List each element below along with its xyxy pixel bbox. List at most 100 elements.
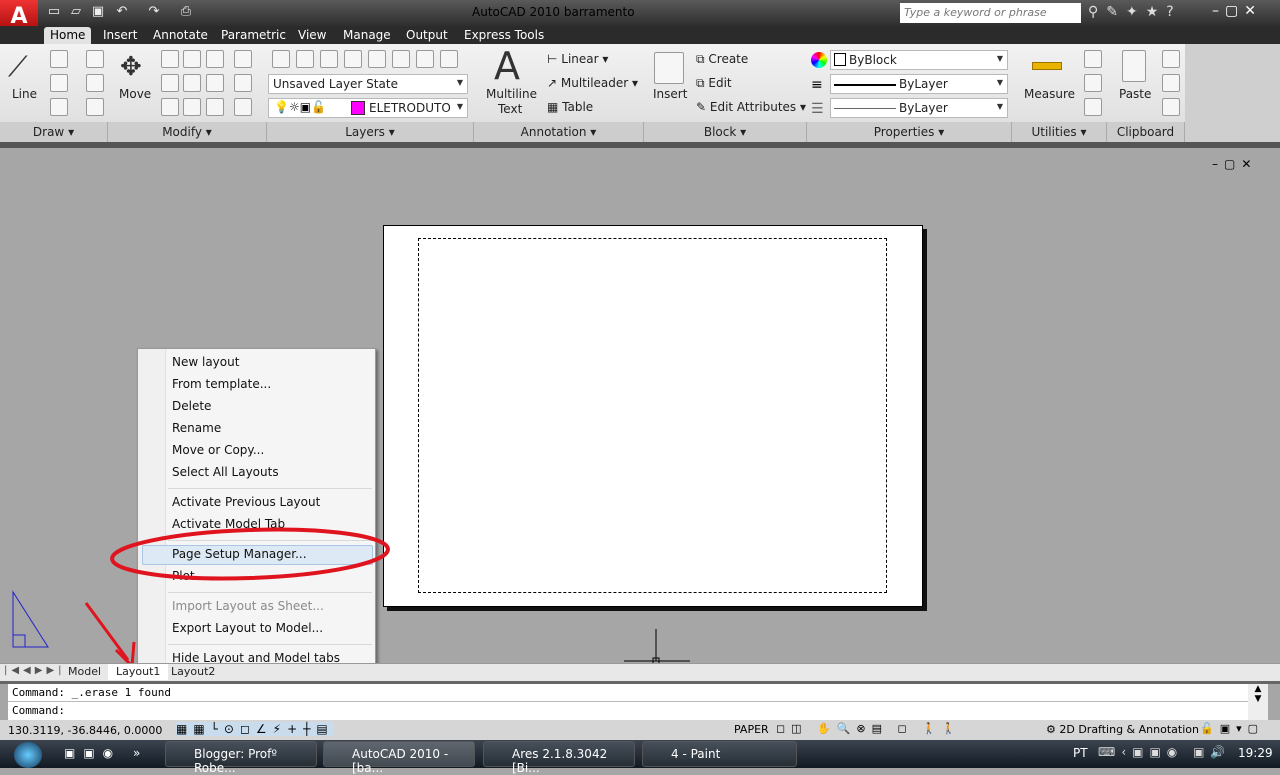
polyline-icon[interactable] [50,50,68,68]
panel-properties[interactable]: Properties ▾ [807,122,1012,142]
spline-icon[interactable] [86,50,104,68]
insert-block-icon[interactable] [654,52,684,84]
layer-match-icon[interactable] [320,50,338,68]
multiline-text-label-2[interactable]: Text [498,102,522,116]
start-button[interactable] [14,742,42,768]
erase-icon[interactable] [161,98,179,116]
explode-icon[interactable] [183,98,201,116]
tab-parametric[interactable]: Parametric [215,27,292,44]
create-block-button[interactable]: ⧉ Create [696,52,748,67]
command-window[interactable]: Command: _.erase 1 found Command: [8,684,1248,720]
edit-block-button[interactable]: ⧉ Edit [696,76,732,91]
tab-insert[interactable]: Insert [97,27,143,44]
tab-view[interactable]: View [292,27,332,44]
open-icon[interactable]: ▱ [68,4,84,20]
panel-annotation[interactable]: Annotation ▾ [474,122,644,142]
layer-state-dropdown[interactable]: Unsaved Layer State [268,74,468,94]
infocenter-icons[interactable]: ⚲✎✦★? [1088,4,1182,20]
hatch-icon[interactable] [86,98,104,116]
panel-draw[interactable]: Draw ▾ [0,122,108,142]
rectangle-icon[interactable] [86,74,104,92]
paste-icon[interactable] [1122,50,1146,82]
move-icon[interactable]: ✥ [120,52,142,82]
layer-isolate-icon[interactable] [368,50,386,68]
multileader-button[interactable]: ↗ Multileader ▾ [547,76,638,90]
panel-layers[interactable]: Layers ▾ [267,122,474,142]
taskbar-item-blogger[interactable]: Blogger: Profº Robe... [165,741,317,775]
layer-unisolate-icon[interactable] [392,50,410,68]
layer-freeze-icon[interactable] [416,50,434,68]
circle-icon[interactable] [50,74,68,92]
line-button[interactable]: Line [12,87,37,101]
layer-properties-icon[interactable] [272,50,290,68]
tab-express-tools[interactable]: Express Tools [458,27,550,44]
command-input[interactable]: Command: [8,702,1248,719]
taskbar-item-autocad[interactable]: AutoCAD 2010 - [ba... [323,741,475,775]
array-icon[interactable] [234,50,252,68]
workspace-switcher[interactable]: ⚙ 2D Drafting & Annotation ▾ [1046,723,1208,736]
line-icon[interactable]: ⟋ [8,50,28,84]
layer-previous-icon[interactable] [344,50,362,68]
match-properties-icon[interactable] [1162,98,1180,116]
paper-toggle[interactable]: PAPER [734,723,769,736]
linear-dimension-button[interactable]: ⊢ Linear ▾ [547,52,608,66]
system-tray-icons[interactable]: ⌨‹▣▣◉ ▣🔊 [1098,745,1231,759]
panel-block[interactable]: Block ▾ [644,122,807,142]
rotate-icon[interactable] [183,50,201,68]
panel-modify[interactable]: Modify ▾ [108,122,267,142]
stretch-icon[interactable] [183,74,201,92]
insert-button[interactable]: Insert [653,87,687,101]
multiline-text-label[interactable]: Multiline [486,87,537,101]
menu-item-move-or-copy[interactable]: Move or Copy... [172,443,264,457]
tab-annotate[interactable]: Annotate [147,27,214,44]
save-icon[interactable]: ▣ [90,4,106,20]
taskbar-item-ares[interactable]: Ares 2.1.8.3042 [Bi... [483,741,635,775]
color-dropdown[interactable]: ByBlock [830,50,1008,70]
menu-item-rename[interactable]: Rename [172,421,221,435]
menu-item-delete[interactable]: Delete [172,399,211,413]
undo-icon[interactable]: ↶ [114,4,130,20]
status-tray-icons[interactable]: 🔓▣▾▢ [1200,722,1264,735]
menu-item-from-template[interactable]: From template... [172,377,271,391]
plot-icon[interactable]: ⎙ [178,4,194,20]
redo-icon[interactable]: ↷ [146,4,162,20]
navigation-tools[interactable]: ◻◫ ✋🔍⊗▤ ◻ 🚶🚶 [776,722,962,735]
quick-launch-icons[interactable]: ▣▣◉ » [64,746,148,760]
menu-item-select-all-layouts[interactable]: Select All Layouts [172,465,279,479]
drawing-window-controls[interactable]: –▢✕ [1212,157,1257,171]
move-button[interactable]: Move [119,87,151,101]
language-indicator[interactable]: PT [1073,746,1088,760]
panel-utilities[interactable]: Utilities ▾ [1012,122,1107,142]
copy-clip-icon[interactable] [1162,74,1180,92]
layout-tab-layout1[interactable]: Layout1 [108,664,169,680]
search-input[interactable]: Type a keyword or phrase [900,3,1081,23]
menu-item-new-layout[interactable]: New layout [172,355,239,369]
ellipse-icon[interactable] [50,98,68,116]
fillet-icon[interactable] [234,98,252,116]
tab-manage[interactable]: Manage [337,27,397,44]
copy-icon[interactable] [161,50,179,68]
scale-icon[interactable] [161,74,179,92]
break-icon[interactable] [234,74,252,92]
window-controls[interactable]: –▢✕ [1212,3,1262,19]
quick-select-icon[interactable] [1084,50,1102,68]
layout-tab-model[interactable]: Model [60,664,109,680]
tab-home[interactable]: Home [44,27,92,44]
command-scrollbar[interactable]: ▲ ▼ [1248,684,1268,720]
layer-tools-row[interactable] [272,50,468,70]
trim-icon[interactable] [206,50,224,68]
measure-button[interactable]: Measure [1024,87,1075,101]
menu-item-activate-previous-layout[interactable]: Activate Previous Layout [172,495,320,509]
new-icon[interactable]: ▭ [46,4,62,20]
taskbar-item-paint[interactable]: 4 - Paint [642,741,797,767]
measure-icon[interactable] [1032,62,1062,70]
panel-clipboard[interactable]: Clipboard [1107,122,1185,142]
multiline-text-icon[interactable]: A [494,44,520,88]
edit-attributes-button[interactable]: ✎ Edit Attributes ▾ [696,100,806,114]
table-button[interactable]: ▦ Table [547,100,593,114]
layer-off-icon[interactable] [440,50,458,68]
select-similar-icon[interactable] [1084,74,1102,92]
mirror-icon[interactable] [206,74,224,92]
paste-button[interactable]: Paste [1119,87,1151,101]
layer-states-icon[interactable] [296,50,314,68]
